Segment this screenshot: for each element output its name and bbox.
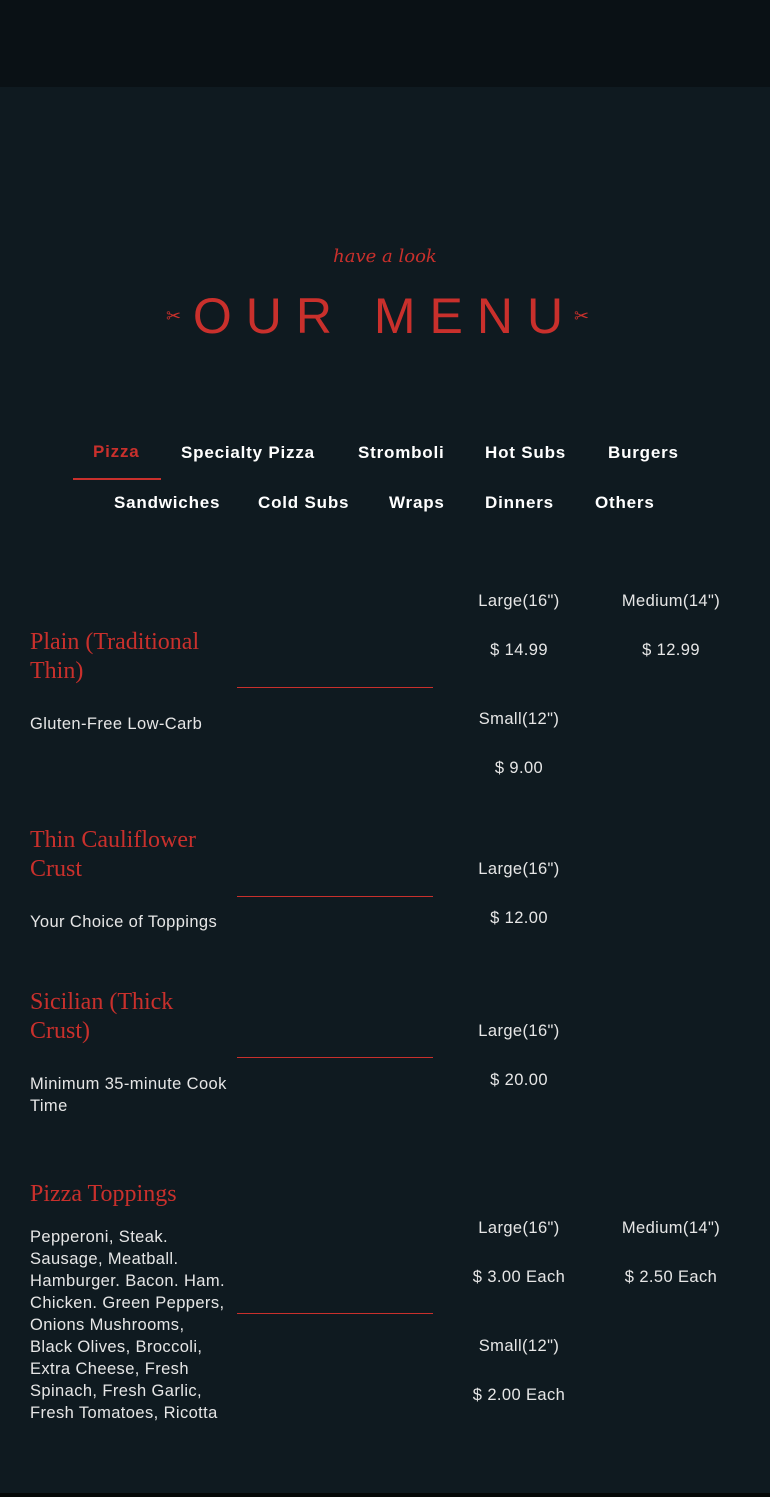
- price: $ 2.50 Each: [624, 1268, 718, 1286]
- menu-item-name: Sicilian (Thick Crust): [30, 989, 174, 1044]
- tab-sandwiches[interactable]: Sandwiches: [114, 493, 220, 513]
- size-label: Medium(14"): [621, 1219, 721, 1237]
- item-divider: [237, 1313, 433, 1314]
- tab-cold-subs[interactable]: Cold Subs: [258, 493, 349, 513]
- price: $ 3.00 Each: [472, 1268, 566, 1286]
- bottom-edge: [0, 1493, 770, 1497]
- menu-item-name: Thin Cauliflower Crust: [30, 827, 196, 882]
- size-label: Medium(14"): [621, 592, 721, 610]
- size-label: Small(12"): [478, 710, 560, 728]
- scissors-icon-right: ✂: [574, 306, 590, 327]
- tab-wraps[interactable]: Wraps: [389, 493, 445, 513]
- price: $ 12.00: [490, 909, 548, 927]
- active-tab-indicator: [73, 478, 161, 480]
- tab-others[interactable]: Others: [595, 493, 655, 513]
- size-label: Large(16"): [478, 1022, 560, 1040]
- price: $ 9.00: [494, 759, 544, 777]
- tab-stromboli[interactable]: Stromboli: [358, 443, 445, 463]
- menu-item-description: Your Choice of Toppings: [30, 913, 218, 931]
- price: $ 14.99: [490, 641, 548, 659]
- size-label: Large(16"): [478, 592, 560, 610]
- menu-kicker: have a look: [333, 246, 437, 267]
- item-divider: [237, 687, 433, 688]
- size-label: Large(16"): [478, 860, 560, 878]
- item-divider: [237, 1057, 433, 1058]
- size-label: Small(12"): [478, 1337, 560, 1355]
- tab-burgers[interactable]: Burgers: [608, 443, 679, 463]
- menu-item-name: Plain (Traditional Thin): [30, 629, 200, 684]
- tab-pizza[interactable]: Pizza: [93, 442, 140, 462]
- price: $ 20.00: [490, 1071, 548, 1089]
- tab-dinners[interactable]: Dinners: [485, 493, 554, 513]
- menu-item-description: Gluten-Free Low-Carb: [30, 715, 203, 733]
- price: $ 12.99: [642, 641, 700, 659]
- menu-item-name: Pizza Toppings: [30, 1181, 177, 1207]
- top-bar: [0, 0, 770, 87]
- item-divider: [237, 896, 433, 897]
- tab-specialty-pizza[interactable]: Specialty Pizza: [181, 443, 315, 463]
- price: $ 2.00 Each: [472, 1386, 566, 1404]
- tab-hot-subs[interactable]: Hot Subs: [485, 443, 566, 463]
- size-label: Large(16"): [478, 1219, 560, 1237]
- page-title: OUR MENU: [192, 288, 578, 344]
- menu-item-description: Pepperoni, Steak. Sausage, Meatball. Ham…: [30, 1228, 225, 1422]
- menu-item-description: Minimum 35-minute Cook Time: [30, 1075, 227, 1115]
